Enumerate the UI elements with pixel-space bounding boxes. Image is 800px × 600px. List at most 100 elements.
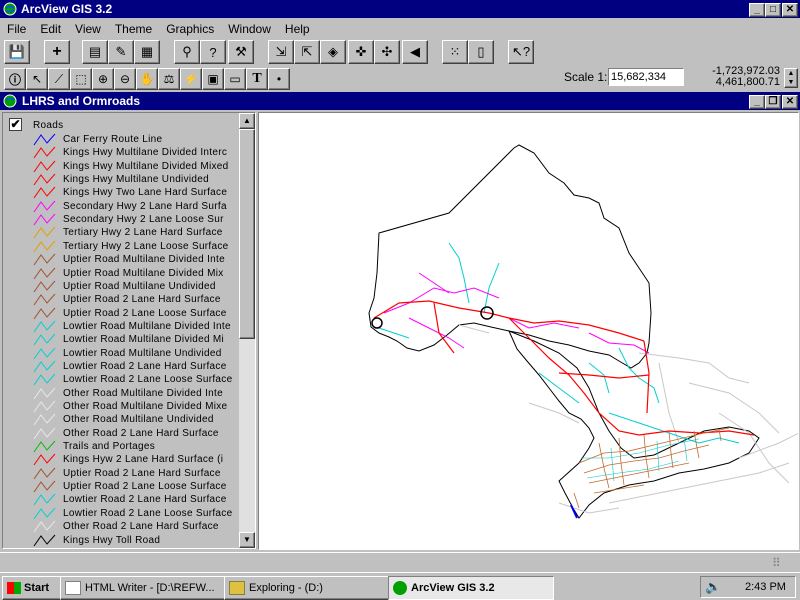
toc-scrollbar[interactable]: ▲ ▼ (239, 113, 255, 548)
legend-entry[interactable]: Other Road Multilane Undivided (3, 413, 239, 426)
legend-entry[interactable]: Lowtier Road 2 Lane Hard Surface (3, 493, 239, 506)
add-theme-button[interactable]: + (44, 40, 70, 64)
scroll-thumb[interactable] (239, 129, 255, 339)
map-canvas[interactable] (258, 112, 799, 550)
legend-entry[interactable]: Uptier Road 2 Lane Loose Surface (3, 307, 239, 320)
legend-entry[interactable]: Kings Hwy Multilane Divided Interc (3, 146, 239, 159)
status-bar: ⠿ (0, 552, 800, 572)
start-button[interactable]: Start (2, 576, 62, 600)
open-table-button[interactable]: ▦ (134, 40, 160, 64)
legend-entry[interactable]: Kings Hwy Multilane Divided Mixed (3, 160, 239, 173)
locate-address-button[interactable]: ? (200, 40, 226, 64)
legend-entry-label: Uptier Road Multilane Undivided (63, 280, 216, 292)
view-restore-button[interactable]: ❐ (765, 95, 781, 109)
legend-entry[interactable]: Car Ferry Route Line (3, 133, 239, 146)
legend-entry[interactable]: Trails and Portages (3, 440, 239, 453)
scale-input[interactable]: 15,682,334 (608, 68, 684, 86)
scroll-up-arrow[interactable]: ▲ (239, 113, 255, 129)
zoom-full-extent-button[interactable]: ⇲ (268, 40, 294, 64)
menu-theme[interactable]: Theme (108, 20, 159, 38)
toc-theme-check[interactable]: ✔ (9, 118, 22, 131)
hotlink-tool[interactable]: ⚡ (180, 68, 202, 90)
menu-edit[interactable]: Edit (33, 20, 68, 38)
legend-entry[interactable]: Lowtier Road Multilane Divided Mi (3, 333, 239, 346)
menu-help[interactable]: Help (278, 20, 317, 38)
legend-entry[interactable]: Secondary Hwy 2 Lane Hard Surfa (3, 200, 239, 213)
legend-entry[interactable]: Other Road Multilane Divided Mixe (3, 400, 239, 413)
legend-entry[interactable]: Kings Hyw 2 Lane Hard Surface (i (3, 453, 239, 466)
area-of-interest-tool[interactable]: ▣ (202, 68, 224, 90)
zoom-selected-button[interactable]: ◈ (320, 40, 346, 64)
maximize-button[interactable]: □ (765, 3, 781, 17)
toolbar-scroll-arrows[interactable]: ▲ ▼ (784, 68, 798, 88)
legend-entry[interactable]: Other Road 2 Lane Hard Surface (3, 427, 239, 440)
measure-tool[interactable]: ⚖ (158, 68, 180, 90)
taskbar-item-html-writer[interactable]: HTML Writer - [D:\REFW... (60, 576, 226, 600)
legend-entry[interactable]: Secondary Hwy 2 Lane Loose Sur (3, 213, 239, 226)
pointer-tool[interactable]: ↖ (26, 68, 48, 90)
taskbar-item-exploring[interactable]: Exploring - (D:) (224, 576, 390, 600)
legend-entry-label: Other Road Multilane Divided Inte (63, 387, 223, 399)
select-features-button[interactable]: ⁙ (442, 40, 468, 64)
menu-window[interactable]: Window (221, 20, 278, 38)
legend-entry[interactable]: Lowtier Road 2 Lane Loose Surface (3, 373, 239, 386)
edit-legend-button[interactable]: ✎ (108, 40, 134, 64)
legend-line-symbol-icon (33, 413, 57, 426)
taskbar-item-arcview[interactable]: ArcView GIS 3.2 (388, 576, 554, 600)
legend-line-symbol-icon (33, 160, 57, 173)
minimize-button[interactable]: _ (749, 3, 765, 17)
legend-entry-label: Kings Hwy Multilane Undivided (63, 174, 209, 186)
legend-entry-label: Other Road 2 Lane Hard Surface (63, 521, 219, 533)
clear-selection-button[interactable]: ▯ (468, 40, 494, 64)
label-tool[interactable]: ▭ (224, 68, 246, 90)
draw-point-tool[interactable]: • (268, 68, 290, 90)
legend-entry[interactable]: Tertiary Hwy 2 Lane Loose Surface (3, 240, 239, 253)
close-button[interactable]: ✕ (782, 3, 798, 17)
zoom-out-tool[interactable]: ⊖ (114, 68, 136, 90)
legend-entry[interactable]: Uptier Road 2 Lane Loose Surface (3, 480, 239, 493)
legend-entry[interactable]: Lowtier Road Multilane Undivided (3, 347, 239, 360)
legend-entry[interactable]: Lowtier Road 2 Lane Loose Surface (3, 507, 239, 520)
legend-entry[interactable]: Other Road 2 Lane Hard Surface (3, 520, 239, 533)
pan-tool[interactable]: ✋ (136, 68, 158, 90)
text-tool[interactable]: T (246, 68, 268, 90)
legend-entry[interactable]: Uptier Road 2 Lane Hard Surface (3, 467, 239, 480)
legend-entry-label: Tertiary Hwy 2 Lane Loose Surface (63, 240, 229, 252)
menu-file[interactable]: File (0, 20, 33, 38)
legend-entry[interactable]: Uptier Road 2 Lane Hard Surface (3, 293, 239, 306)
speaker-icon[interactable]: 🔈 (705, 579, 721, 595)
legend-entry-label: Lowtier Road 2 Lane Loose Surface (63, 507, 233, 519)
menu-view[interactable]: View (68, 20, 108, 38)
help-button[interactable]: ↖? (508, 40, 534, 64)
zoom-previous-button[interactable]: ◀ (402, 40, 428, 64)
query-builder-button[interactable]: ⚒ (228, 40, 254, 64)
legend-entry-label: Uptier Road 2 Lane Loose Surface (63, 481, 227, 493)
zoom-out-button[interactable]: ✣ (374, 40, 400, 64)
legend-entry[interactable]: Kings Hwy Toll Road (3, 534, 239, 547)
menu-graphics[interactable]: Graphics (159, 20, 221, 38)
theme-properties-button[interactable]: ▤ (82, 40, 108, 64)
vertex-edit-tool[interactable]: ⟋ (48, 68, 70, 90)
view-close-button[interactable]: ✕ (782, 95, 798, 109)
scroll-down-arrow[interactable]: ▼ (239, 532, 255, 548)
legend-entry[interactable]: Uptier Road Multilane Divided Inte (3, 253, 239, 266)
find-button[interactable]: ⚲ (174, 40, 200, 64)
legend-line-symbol-icon (33, 320, 57, 333)
save-button[interactable]: 💾 (4, 40, 30, 64)
identify-tool[interactable]: ⓘ (4, 68, 26, 90)
legend-entry[interactable]: Uptier Road Multilane Undivided (3, 280, 239, 293)
legend-entry[interactable]: Uptier Road Multilane Divided Mix (3, 267, 239, 280)
legend-entry[interactable]: Lowtier Road Multilane Divided Inte (3, 320, 239, 333)
view-minimize-button[interactable]: _ (749, 95, 765, 109)
legend-entry[interactable]: Other Road Multilane Divided Inte (3, 387, 239, 400)
zoom-in-tool[interactable]: ⊕ (92, 68, 114, 90)
zoom-active-themes-button[interactable]: ⇱ (294, 40, 320, 64)
legend-entry[interactable]: Kings Hwy Multilane Undivided (3, 173, 239, 186)
legend-entry[interactable]: Tertiary Hwy 2 Lane Hard Surface (3, 226, 239, 239)
zoom-in-button[interactable]: ✜ (348, 40, 374, 64)
select-feature-tool[interactable]: ⬚ (70, 68, 92, 90)
legend-entry[interactable]: Kings Hwy Two Lane Hard Surface (3, 186, 239, 199)
legend-line-symbol-icon (33, 280, 57, 293)
table-of-contents[interactable]: ✔ Roads Car Ferry Route Line Kings Hwy Mu… (2, 112, 256, 549)
legend-entry[interactable]: Lowtier Road 2 Lane Hard Surface (3, 360, 239, 373)
